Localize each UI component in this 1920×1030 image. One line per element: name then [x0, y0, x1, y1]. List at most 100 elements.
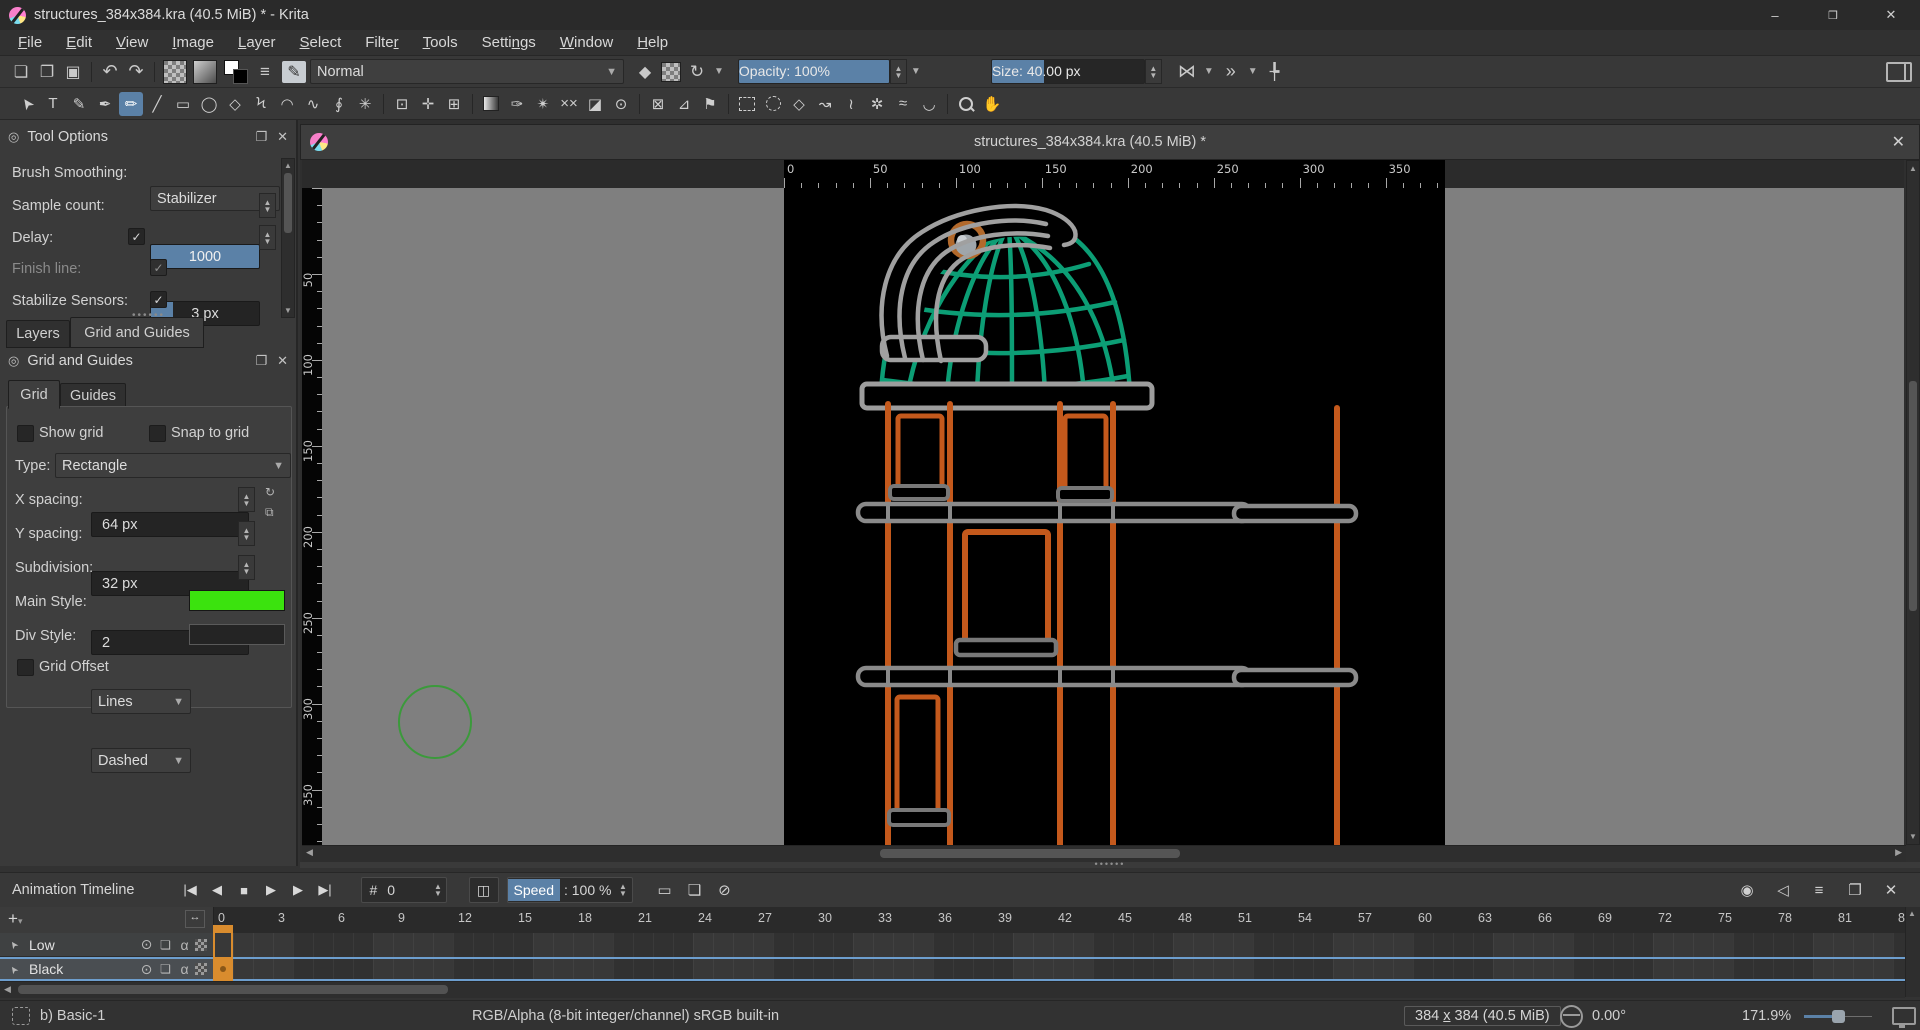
timeline-layer-row[interactable]: ➤Black⊙❏α	[0, 957, 1905, 981]
docker-lock-icon[interactable]: ◎	[8, 353, 19, 369]
open-document-icon[interactable]: ❐	[34, 60, 60, 84]
dynamic-brush-tool[interactable]: ∮	[327, 92, 351, 116]
stabilize-sensors-checkbox[interactable]: ✓	[150, 291, 167, 308]
freehand-select-tool[interactable]: ↝	[813, 92, 837, 116]
opacity-slider[interactable]: Opacity: 100%	[738, 59, 890, 84]
polygon-tool[interactable]: ◇	[223, 92, 247, 116]
magnetic-select-tool[interactable]: ≀	[839, 92, 863, 116]
edit-brush-settings-button[interactable]: ✎	[282, 61, 306, 83]
menu-view[interactable]: View	[104, 32, 160, 53]
menu-window[interactable]: Window	[548, 32, 625, 53]
docker-tab-grid-and-guides[interactable]: Grid and Guides	[70, 317, 204, 348]
skip-to-end-button[interactable]: ▶|	[312, 878, 339, 902]
close-button[interactable]: ✕	[1862, 0, 1920, 30]
audio-icon[interactable]: ◁	[1768, 878, 1798, 902]
menu-settings[interactable]: Settings	[470, 32, 548, 53]
main-style-select[interactable]: Lines ▼	[91, 689, 191, 714]
layer-name-cell[interactable]: ➤Black⊙❏α	[0, 957, 213, 981]
create-blank-frame-button[interactable]: ▭	[649, 878, 679, 902]
menu-file[interactable]: File	[6, 32, 54, 53]
save-icon[interactable]: ▣	[60, 60, 86, 84]
add-layer-button[interactable]: +▾	[8, 909, 22, 929]
y-spacing-spinner[interactable]: ▲▼	[238, 521, 255, 546]
assistants-tool[interactable]: ⊠	[646, 92, 670, 116]
ellipse-tool[interactable]: ◯	[197, 92, 221, 116]
drop-frames-button[interactable]: ◫	[469, 877, 499, 903]
clone-spacing-icon[interactable]: ⧉	[265, 505, 274, 520]
canvas-viewport[interactable]	[322, 188, 1904, 845]
bezier-select-tool[interactable]: ◡	[917, 92, 941, 116]
scroll-up-icon[interactable]: ▲	[1907, 164, 1919, 173]
timeline-vertical-scrollbar[interactable]: ▲	[1905, 907, 1920, 997]
chevron-down-icon[interactable]: ▼	[1200, 66, 1218, 77]
close-subwindow-button[interactable]: ✕	[1892, 132, 1905, 152]
stop-button[interactable]: ■	[231, 878, 258, 902]
calligraphy-tool[interactable]: ✒	[93, 92, 117, 116]
colorize-mask-tool[interactable]: ××	[557, 92, 581, 116]
show-grid-checkbox[interactable]: ✓	[17, 425, 34, 442]
rectangle-tool[interactable]: ▭	[171, 92, 195, 116]
polygonal-select-tool[interactable]: ◇	[787, 92, 811, 116]
measure-tool[interactable]: ⊿	[672, 92, 696, 116]
fit-to-screen-icon[interactable]	[1892, 1007, 1916, 1025]
delay-checkbox[interactable]: ✓	[128, 228, 145, 245]
grid-offset-checkbox[interactable]: ✓	[17, 659, 34, 676]
subwindow-title-bar[interactable]: structures_384x384.kra (40.5 MiB) * ✕	[300, 124, 1920, 160]
edit-shapes-tool[interactable]: ✎	[67, 92, 91, 116]
menu-layer[interactable]: Layer	[226, 32, 288, 53]
opacity-spinner[interactable]: ▲▼	[890, 59, 907, 84]
foreground-background-colors[interactable]	[224, 60, 248, 84]
pattern-chooser[interactable]	[163, 60, 187, 84]
elliptical-select-tool[interactable]	[761, 92, 785, 116]
x-spacing-input[interactable]: 64 px	[91, 512, 249, 537]
gradient-chooser[interactable]	[193, 60, 217, 84]
crop-tool[interactable]: ⊞	[442, 92, 466, 116]
delete-keyframe-button[interactable]: ⊘	[709, 878, 739, 902]
x-spacing-spinner[interactable]: ▲▼	[238, 487, 255, 512]
create-duplicate-frame-button[interactable]: ❏	[679, 878, 709, 902]
scroll-right-icon[interactable]: ▶	[1895, 847, 1902, 858]
menu-tools[interactable]: Tools	[411, 32, 470, 53]
scroll-down-icon[interactable]: ▼	[282, 306, 294, 315]
enclose-fill-tool[interactable]: ⊙	[609, 92, 633, 116]
chevron-down-icon[interactable]: ▼	[710, 66, 728, 77]
move-tool[interactable]: ✛	[416, 92, 440, 116]
layer-alpha-icon[interactable]: α	[176, 937, 193, 953]
reload-preset-icon[interactable]: ↻	[684, 60, 710, 84]
rotation-angle[interactable]: 0.00°	[1592, 1008, 1626, 1024]
skip-to-start-button[interactable]: |◀	[177, 878, 204, 902]
next-frame-button[interactable]: ▶	[285, 878, 312, 902]
bezier-curve-tool[interactable]: ◠	[275, 92, 299, 116]
blend-mode-select[interactable]: Normal ▼	[310, 59, 624, 84]
layer-alpha-locked-icon[interactable]	[195, 939, 207, 951]
fill-tool[interactable]: ◪	[583, 92, 607, 116]
brush-size-slider[interactable]: Size: 40.00 px	[991, 59, 1145, 84]
canvas[interactable]	[784, 188, 1445, 845]
layer-onion-icon[interactable]: ❏	[157, 938, 174, 952]
multibrush-tool[interactable]: ✳	[353, 92, 377, 116]
layer-alpha-locked-icon[interactable]	[195, 963, 207, 975]
layer-alpha-icon[interactable]: α	[176, 961, 193, 977]
minimize-button[interactable]: –	[1746, 0, 1804, 30]
timeline-horizontal-scrollbar[interactable]: ◀	[0, 981, 1905, 998]
pan-tool[interactable]: ✋	[980, 92, 1004, 116]
close-docker-icon[interactable]: ✕	[277, 129, 288, 145]
layer-onion-icon[interactable]: ❏	[157, 962, 174, 976]
eraser-mode-icon[interactable]: ◆	[632, 60, 658, 84]
colorspace-info[interactable]: RGB/Alpha (8-bit integer/channel) sRGB b…	[472, 1008, 779, 1024]
close-docker-icon[interactable]: ✕	[277, 353, 288, 369]
docker-splitter-handle[interactable]: ••••••	[300, 862, 1920, 868]
mirror-axis-icon[interactable]: ╄	[1262, 60, 1288, 84]
menu-filter[interactable]: Filter	[353, 32, 410, 53]
float-docker-icon[interactable]: ❐	[255, 353, 267, 369]
layer-name-cell[interactable]: ➤Low⊙❏α	[0, 933, 213, 957]
canvas-vertical-scrollbar[interactable]: ▲ ▼	[1906, 160, 1920, 845]
layer-visibility-icon[interactable]: ⊙	[138, 961, 155, 978]
timeline-menu-icon[interactable]: ≡	[1804, 878, 1834, 902]
docker-tab-layers[interactable]: Layers	[6, 320, 70, 348]
preserve-alpha-icon[interactable]	[661, 62, 681, 82]
magic-wand-select-tool[interactable]: ✲	[865, 92, 889, 116]
current-frame-input[interactable]: # 0 ▲▼	[361, 877, 447, 903]
rotation-dial-icon[interactable]	[1560, 1005, 1583, 1028]
size-spinner[interactable]: ▲▼	[1145, 59, 1162, 84]
